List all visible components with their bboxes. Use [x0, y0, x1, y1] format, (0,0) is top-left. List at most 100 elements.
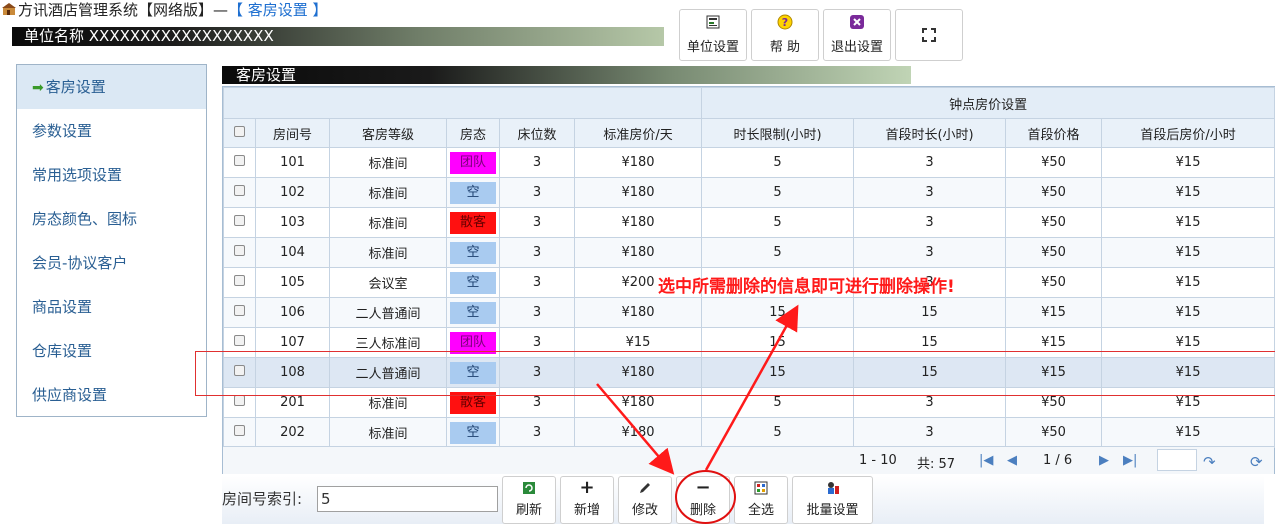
cell-room-status: 空 [446, 237, 500, 268]
next-page-icon[interactable]: ▶ [1099, 453, 1109, 468]
status-badge: 空 [450, 271, 496, 294]
col-after-price[interactable]: 首段后房价/小时 [1101, 118, 1275, 148]
sidebar-item-warehouse[interactable]: 仓库设置 [17, 329, 206, 373]
cell-room-status: 空 [446, 417, 500, 448]
col-standard-price[interactable]: 标准房价/天 [573, 118, 703, 148]
col-first-price[interactable]: 首段价格 [1005, 118, 1103, 148]
refresh-icon [521, 480, 537, 496]
group-header-blank [222, 87, 703, 119]
cell-room-number: 106 [255, 297, 330, 328]
sidebar-item-parameter-settings[interactable]: 参数设置 [17, 109, 206, 153]
cell-beds: 3 [499, 267, 575, 298]
pager-range: 1 - 10 [859, 453, 897, 468]
unit-name-bar: 单位名称 XXXXXXXXXXXXXXXXXX [12, 27, 664, 46]
sidebar-item-members[interactable]: 会员-协议客户 [17, 241, 206, 285]
sidebar-item-status-colors[interactable]: 房态颜色、图标 [17, 197, 206, 241]
sidebar-item-suppliers[interactable]: 供应商设置 [17, 373, 206, 417]
row-checkbox[interactable] [223, 297, 256, 328]
cell-room-number: 104 [255, 237, 330, 268]
row-checkbox[interactable] [223, 207, 256, 238]
cell-beds: 3 [499, 297, 575, 328]
cell-time-limit: 5 [701, 417, 855, 448]
section-title: 客房设置 [222, 66, 911, 84]
reload-icon[interactable]: ⟳ [1250, 453, 1263, 471]
cell-standard-price: ¥180 [573, 297, 703, 328]
unit-settings-icon [704, 13, 722, 31]
row-checkbox[interactable] [223, 147, 256, 178]
cell-beds: 3 [499, 177, 575, 208]
unit-settings-button[interactable]: 单位设置 [679, 9, 747, 61]
room-search-label: 房间号索引: [222, 490, 303, 508]
row-checkbox[interactable] [223, 237, 256, 268]
delete-button-highlight-circle [675, 470, 736, 524]
batch-settings-icon [825, 480, 841, 496]
page-jump-input[interactable] [1157, 449, 1197, 471]
table-row[interactable]: 103 标准间 散客 3 ¥180 5 3 ¥50 ¥15 [223, 207, 1275, 238]
exit-settings-button[interactable]: 退出设置 [823, 9, 891, 61]
table-row[interactable]: 106 二人普通间空 3 ¥180 15 15 ¥15 ¥15 [223, 297, 1275, 328]
hourly-price-group-header: 钟点房价设置 [701, 87, 1275, 119]
sidebar-item-room-settings[interactable]: ➡ 客房设置 [17, 65, 206, 109]
cell-time-limit: 15 [701, 297, 855, 328]
cell-standard-price: ¥180 [573, 207, 703, 238]
cell-first-price: ¥50 [1005, 147, 1103, 178]
col-first-duration[interactable]: 首段时长(小时) [853, 118, 1007, 148]
help-icon: ? [776, 13, 794, 31]
table-row[interactable]: 102 标准间空 3 ¥180 5 3 ¥50 ¥15 [223, 177, 1275, 208]
row-checkbox[interactable] [223, 267, 256, 298]
col-beds[interactable]: 床位数 [499, 118, 575, 148]
cell-room-grade: 标准间 [329, 177, 447, 208]
pager: 1 - 10 共: 57 |◀ ◀ 1 / 6 ▶ ▶| ↷ ⟳ [223, 446, 1274, 474]
sidebar-item-label: 客房设置 [45, 78, 106, 96]
col-room-grade[interactable]: 客房等级 [329, 118, 447, 148]
col-time-limit[interactable]: 时长限制(小时) [701, 118, 855, 148]
room-search-input[interactable] [317, 486, 498, 512]
table-row[interactable]: 104 标准间空 3 ¥180 5 3 ¥50 ¥15 [223, 237, 1275, 268]
cell-after-price: ¥15 [1101, 237, 1275, 268]
select-all-button[interactable]: 全选 [734, 476, 788, 524]
status-badge: 散客 [450, 211, 496, 234]
cell-room-status: 空 [446, 177, 500, 208]
status-badge: 空 [450, 421, 496, 444]
cell-after-price: ¥15 [1101, 207, 1275, 238]
cell-room-number: 103 [255, 207, 330, 238]
cell-room-grade: 标准间 [329, 417, 447, 448]
cell-room-grade: 标准间 [329, 207, 447, 238]
row-checkbox[interactable] [223, 417, 256, 448]
cell-first-duration: 3 [853, 177, 1007, 208]
sidebar-item-products[interactable]: 商品设置 [17, 285, 206, 329]
cell-room-status: 团队 [446, 147, 500, 178]
row-checkbox[interactable] [223, 177, 256, 208]
cell-room-number: 101 [255, 147, 330, 178]
table-row[interactable]: 101 标准间 团队 3 ¥180 5 3 ¥50 ¥15 [223, 147, 1275, 178]
help-button[interactable]: ? 帮 助 [751, 9, 819, 61]
cell-room-grade: 会议室 [329, 267, 447, 298]
edit-button[interactable]: 修改 [618, 476, 672, 524]
col-room-status[interactable]: 房态 [446, 118, 500, 148]
edit-label: 修改 [631, 503, 658, 518]
refresh-button[interactable]: 刷新 [502, 476, 556, 524]
cell-after-price: ¥15 [1101, 267, 1275, 298]
prev-page-icon[interactable]: ◀ [1007, 453, 1017, 468]
cell-room-status: 空 [446, 297, 500, 328]
select-all-checkbox[interactable] [223, 118, 256, 148]
col-room-number[interactable]: 房间号 [255, 118, 330, 148]
delete-instruction-annotation: 选中所需删除的信息即可进行删除操作! [658, 277, 955, 297]
cell-first-duration: 3 [853, 147, 1007, 178]
status-badge: 空 [450, 301, 496, 324]
settings-sidebar: ➡ 客房设置 参数设置 常用选项设置 房态颜色、图标 会员-协议客户 商品设置 仓… [16, 64, 207, 417]
breadcrumb[interactable]: 【 客房设置 】 [228, 0, 328, 20]
app-title: 方讯酒店管理系统【网络版】— [18, 0, 229, 19]
last-page-icon[interactable]: ▶| [1123, 453, 1137, 468]
first-page-icon[interactable]: |◀ [979, 453, 993, 468]
add-button[interactable]: + 新增 [560, 476, 614, 524]
cell-room-number: 105 [255, 267, 330, 298]
table-row[interactable]: 202 标准间空 3 ¥180 5 3 ¥50 ¥15 [223, 417, 1275, 448]
go-page-icon[interactable]: ↷ [1203, 453, 1216, 471]
pager-page: 1 / 6 [1043, 453, 1073, 468]
sidebar-item-common-options[interactable]: 常用选项设置 [17, 153, 206, 197]
batch-settings-button[interactable]: 批量设置 [792, 476, 873, 524]
cell-first-price: ¥50 [1005, 207, 1103, 238]
cell-first-price: ¥50 [1005, 237, 1103, 268]
fullscreen-button[interactable] [895, 9, 963, 61]
